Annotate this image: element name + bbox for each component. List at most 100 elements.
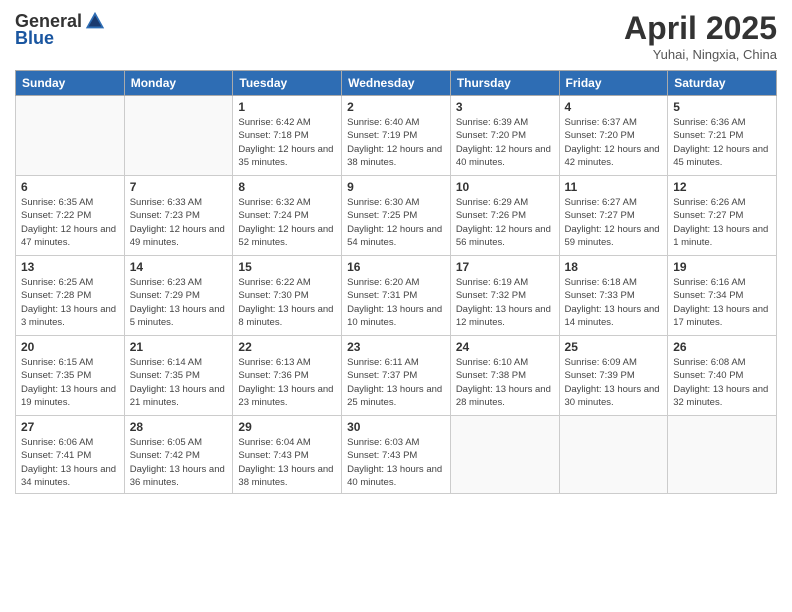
calendar-table: Sunday Monday Tuesday Wednesday Thursday… [15, 70, 777, 494]
day-number: 8 [238, 180, 336, 194]
day-number: 7 [130, 180, 228, 194]
col-wednesday: Wednesday [342, 71, 451, 96]
col-sunday: Sunday [16, 71, 125, 96]
day-info: Sunrise: 6:30 AM Sunset: 7:25 PM Dayligh… [347, 196, 445, 249]
calendar-cell: 4 Sunrise: 6:37 AM Sunset: 7:20 PM Daylig… [559, 96, 668, 176]
day-number: 2 [347, 100, 445, 114]
calendar-cell: 10 Sunrise: 6:29 AM Sunset: 7:26 PM Dayli… [450, 176, 559, 256]
day-number: 17 [456, 260, 554, 274]
day-number: 12 [673, 180, 771, 194]
calendar-cell: 5 Sunrise: 6:36 AM Sunset: 7:21 PM Daylig… [668, 96, 777, 176]
calendar-cell: 20 Sunrise: 6:15 AM Sunset: 7:35 PM Dayli… [16, 336, 125, 416]
day-info: Sunrise: 6:27 AM Sunset: 7:27 PM Dayligh… [565, 196, 663, 249]
day-number: 18 [565, 260, 663, 274]
day-info: Sunrise: 6:16 AM Sunset: 7:34 PM Dayligh… [673, 276, 771, 329]
calendar-cell: 6 Sunrise: 6:35 AM Sunset: 7:22 PM Daylig… [16, 176, 125, 256]
calendar-cell: 25 Sunrise: 6:09 AM Sunset: 7:39 PM Dayli… [559, 336, 668, 416]
calendar-cell: 27Sunrise: 6:06 AM Sunset: 7:41 PM Dayli… [16, 416, 125, 494]
calendar-cell: 16 Sunrise: 6:20 AM Sunset: 7:31 PM Dayli… [342, 256, 451, 336]
day-info: Sunrise: 6:20 AM Sunset: 7:31 PM Dayligh… [347, 276, 445, 329]
calendar-cell [668, 416, 777, 494]
logo: General Blue [15, 10, 106, 49]
day-info: Sunrise: 6:13 AM Sunset: 7:36 PM Dayligh… [238, 356, 336, 409]
day-number: 1 [238, 100, 336, 114]
day-number: 24 [456, 340, 554, 354]
day-info: Sunrise: 6:09 AM Sunset: 7:39 PM Dayligh… [565, 356, 663, 409]
day-info: Sunrise: 6:04 AM Sunset: 7:43 PM Dayligh… [238, 436, 336, 489]
col-friday: Friday [559, 71, 668, 96]
day-info: Sunrise: 6:15 AM Sunset: 7:35 PM Dayligh… [21, 356, 119, 409]
calendar-cell [559, 416, 668, 494]
logo-icon [84, 10, 106, 32]
calendar-cell: 14 Sunrise: 6:23 AM Sunset: 7:29 PM Dayli… [124, 256, 233, 336]
day-number: 29 [238, 420, 336, 434]
calendar-cell: 12 Sunrise: 6:26 AM Sunset: 7:27 PM Dayli… [668, 176, 777, 256]
day-number: 19 [673, 260, 771, 274]
calendar-cell: 17 Sunrise: 6:19 AM Sunset: 7:32 PM Dayli… [450, 256, 559, 336]
day-info: Sunrise: 6:19 AM Sunset: 7:32 PM Dayligh… [456, 276, 554, 329]
day-number: 15 [238, 260, 336, 274]
calendar-cell: 8 Sunrise: 6:32 AM Sunset: 7:24 PM Daylig… [233, 176, 342, 256]
title-section: April 2025 Yuhai, Ningxia, China [624, 10, 777, 62]
day-info: Sunrise: 6:08 AM Sunset: 7:40 PM Dayligh… [673, 356, 771, 409]
calendar-cell: 21 Sunrise: 6:14 AM Sunset: 7:35 PM Dayli… [124, 336, 233, 416]
day-info: Sunrise: 6:11 AM Sunset: 7:37 PM Dayligh… [347, 356, 445, 409]
day-number: 13 [21, 260, 119, 274]
day-number: 25 [565, 340, 663, 354]
day-info: Sunrise: 6:05 AM Sunset: 7:42 PM Dayligh… [130, 436, 228, 489]
calendar-cell: 7 Sunrise: 6:33 AM Sunset: 7:23 PM Daylig… [124, 176, 233, 256]
calendar-cell: 22Sunrise: 6:13 AM Sunset: 7:36 PM Dayli… [233, 336, 342, 416]
calendar-header-row: Sunday Monday Tuesday Wednesday Thursday… [16, 71, 777, 96]
day-info: Sunrise: 6:33 AM Sunset: 7:23 PM Dayligh… [130, 196, 228, 249]
month-title: April 2025 [624, 10, 777, 47]
logo-blue-text: Blue [15, 28, 54, 49]
day-info: Sunrise: 6:03 AM Sunset: 7:43 PM Dayligh… [347, 436, 445, 489]
day-number: 9 [347, 180, 445, 194]
calendar-cell: 2 Sunrise: 6:40 AM Sunset: 7:19 PM Daylig… [342, 96, 451, 176]
day-number: 30 [347, 420, 445, 434]
day-number: 4 [565, 100, 663, 114]
day-info: Sunrise: 6:40 AM Sunset: 7:19 PM Dayligh… [347, 116, 445, 169]
day-number: 6 [21, 180, 119, 194]
day-number: 27 [21, 420, 119, 434]
day-number: 16 [347, 260, 445, 274]
calendar-cell: 1Sunrise: 6:42 AM Sunset: 7:18 PM Daylig… [233, 96, 342, 176]
location-subtitle: Yuhai, Ningxia, China [624, 47, 777, 62]
day-number: 20 [21, 340, 119, 354]
day-number: 28 [130, 420, 228, 434]
day-number: 10 [456, 180, 554, 194]
day-number: 26 [673, 340, 771, 354]
day-info: Sunrise: 6:37 AM Sunset: 7:20 PM Dayligh… [565, 116, 663, 169]
calendar-cell: 9 Sunrise: 6:30 AM Sunset: 7:25 PM Daylig… [342, 176, 451, 256]
col-tuesday: Tuesday [233, 71, 342, 96]
calendar-cell: 30 Sunrise: 6:03 AM Sunset: 7:43 PM Dayli… [342, 416, 451, 494]
calendar-cell [16, 96, 125, 176]
day-info: Sunrise: 6:36 AM Sunset: 7:21 PM Dayligh… [673, 116, 771, 169]
calendar-cell: 15 Sunrise: 6:22 AM Sunset: 7:30 PM Dayli… [233, 256, 342, 336]
day-info: Sunrise: 6:32 AM Sunset: 7:24 PM Dayligh… [238, 196, 336, 249]
col-monday: Monday [124, 71, 233, 96]
calendar-cell [450, 416, 559, 494]
day-info: Sunrise: 6:26 AM Sunset: 7:27 PM Dayligh… [673, 196, 771, 249]
day-number: 21 [130, 340, 228, 354]
calendar-cell: 13Sunrise: 6:25 AM Sunset: 7:28 PM Dayli… [16, 256, 125, 336]
day-number: 3 [456, 100, 554, 114]
page: General Blue April 2025 Yuhai, Ningxia, … [0, 0, 792, 612]
day-info: Sunrise: 6:22 AM Sunset: 7:30 PM Dayligh… [238, 276, 336, 329]
day-number: 23 [347, 340, 445, 354]
day-info: Sunrise: 6:35 AM Sunset: 7:22 PM Dayligh… [21, 196, 119, 249]
day-info: Sunrise: 6:18 AM Sunset: 7:33 PM Dayligh… [565, 276, 663, 329]
day-number: 14 [130, 260, 228, 274]
day-number: 11 [565, 180, 663, 194]
calendar-cell: 11 Sunrise: 6:27 AM Sunset: 7:27 PM Dayli… [559, 176, 668, 256]
day-info: Sunrise: 6:14 AM Sunset: 7:35 PM Dayligh… [130, 356, 228, 409]
col-thursday: Thursday [450, 71, 559, 96]
calendar-cell: 29 Sunrise: 6:04 AM Sunset: 7:43 PM Dayli… [233, 416, 342, 494]
calendar-cell: 28 Sunrise: 6:05 AM Sunset: 7:42 PM Dayli… [124, 416, 233, 494]
calendar-cell: 26 Sunrise: 6:08 AM Sunset: 7:40 PM Dayli… [668, 336, 777, 416]
day-number: 5 [673, 100, 771, 114]
day-info: Sunrise: 6:10 AM Sunset: 7:38 PM Dayligh… [456, 356, 554, 409]
day-info: Sunrise: 6:29 AM Sunset: 7:26 PM Dayligh… [456, 196, 554, 249]
day-info: Sunrise: 6:23 AM Sunset: 7:29 PM Dayligh… [130, 276, 228, 329]
day-info: Sunrise: 6:39 AM Sunset: 7:20 PM Dayligh… [456, 116, 554, 169]
